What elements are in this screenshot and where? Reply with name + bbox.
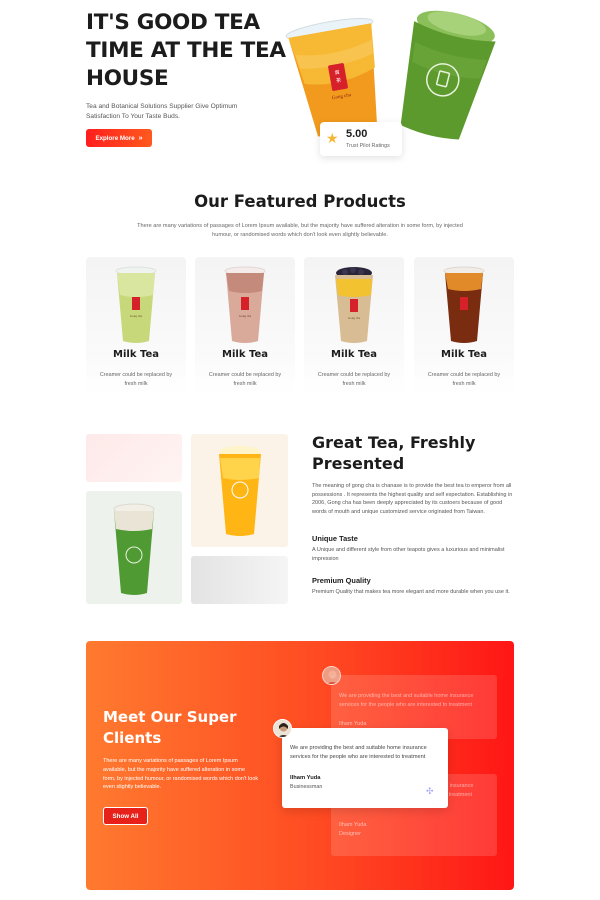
gallery-tile-green-drink — [86, 491, 182, 604]
avatar — [322, 666, 341, 685]
product-card[interactable]: Gong cha Milk Tea Creamer could be repla… — [86, 257, 186, 395]
rating-card: ★ 5.00 Trust Pilot Ratings — [320, 122, 402, 156]
gallery-tile-gray — [191, 556, 288, 604]
svg-text:茶: 茶 — [336, 77, 342, 85]
product-description: Creamer could be replaced by fresh milk — [208, 372, 282, 387]
testimonial-quote: We are providing the best and suitable h… — [339, 693, 474, 708]
clients-section: Meet Our Super Clients There are many va… — [86, 641, 514, 890]
explore-more-button[interactable]: Explore More » — [86, 129, 152, 147]
strawberry-milk-tea-cup-image: Gong cha — [224, 266, 266, 343]
rating-score: 5.00 — [346, 128, 368, 140]
product-name: Milk Tea — [113, 349, 159, 360]
featured-products-description: There are many variations of passages of… — [137, 223, 463, 238]
product-card[interactable]: Milk Tea Creamer could be replaced by fr… — [414, 257, 514, 395]
orange-drink-cup-image — [219, 446, 261, 536]
svg-text:Gong cha: Gong cha — [348, 316, 361, 320]
svg-text:Gong cha: Gong cha — [239, 314, 252, 318]
great-tea-title: Great Tea, Freshly Presented — [312, 433, 476, 473]
sparkle-icon: ✣ — [426, 786, 434, 796]
double-chevron-right-icon: » — [138, 134, 143, 142]
explore-more-label: Explore More — [95, 134, 135, 142]
green-latte-cup-image — [113, 503, 155, 595]
show-all-button[interactable]: Show All — [103, 807, 148, 825]
pearl-milk-tea-cup-image: Gong cha — [335, 267, 373, 343]
product-card[interactable]: Gong cha Milk Tea Creamer could be repla… — [195, 257, 295, 395]
testimonial-card: We are providing the best and suitable h… — [282, 728, 448, 808]
product-description: Creamer could be replaced by fresh milk — [427, 372, 501, 387]
clients-title: Meet Our Super Clients — [103, 708, 237, 747]
testimonial-name: Ilham Yuda — [290, 775, 321, 781]
svg-text:Gong cha: Gong cha — [130, 314, 143, 318]
testimonial-role: Designer — [339, 831, 362, 837]
testimonial-quote: We are providing the best and suitable h… — [290, 745, 427, 760]
great-tea-body: The meaning of gong cha is chanase is to… — [312, 483, 513, 515]
product-card[interactable]: Gong cha Milk Tea Creamer could be repla… — [304, 257, 404, 395]
black-tea-cup-image — [443, 266, 485, 343]
featured-products-title: Our Featured Products — [194, 192, 406, 211]
matcha-milk-tea-cup-image: Gong cha — [115, 266, 157, 343]
feature-title: Premium Quality — [312, 576, 371, 585]
rating-label: Trust Pilot Ratings — [346, 143, 390, 149]
star-icon: ★ — [326, 130, 339, 146]
avatar — [273, 719, 292, 738]
hero-subtitle: Tea and Botanical Solutions Supplier Giv… — [86, 103, 238, 120]
gallery-tile-orange-drink — [191, 434, 288, 547]
testimonial-name: Ilham Yuda — [339, 721, 367, 727]
clients-description: There are many variations of passages of… — [103, 758, 259, 791]
feature-text: A Unique and different style from other … — [312, 547, 505, 562]
product-name: Milk Tea — [441, 349, 487, 360]
feature-title: Unique Taste — [312, 534, 358, 543]
product-description: Creamer could be replaced by fresh milk — [317, 372, 391, 387]
feature-text: Premium Quality that makes tea more eleg… — [312, 589, 510, 595]
product-description: Creamer could be replaced by fresh milk — [99, 372, 173, 387]
svg-text:貢: 貢 — [334, 70, 340, 77]
hero-title: IT'S GOOD TEA TIME AT THE TEA HOUSE — [86, 10, 286, 91]
product-name: Milk Tea — [222, 349, 268, 360]
gallery-tile-pink — [86, 434, 182, 482]
testimonial-name: Ilham Yuda — [339, 822, 367, 828]
testimonial-role: Businessman — [290, 784, 323, 790]
product-name: Milk Tea — [331, 349, 377, 360]
